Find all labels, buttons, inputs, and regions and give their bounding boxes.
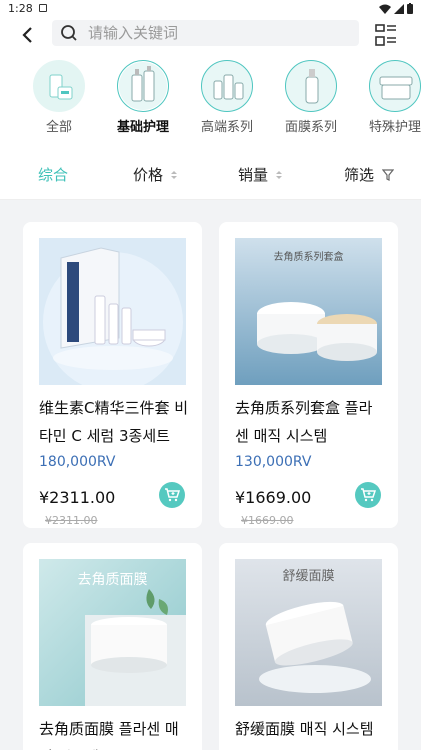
set-icon <box>201 60 253 112</box>
add-to-cart-button[interactable] <box>159 482 185 508</box>
product-image-caption: 去角质系列套盒 <box>273 252 344 263</box>
spray-icon <box>285 60 337 112</box>
category-special-care[interactable]: 特殊护理 <box>360 60 421 135</box>
product-original-price: ¥2311.00 <box>45 514 98 527</box>
signal-icon <box>394 3 404 14</box>
status-bar: 1:28 <box>0 0 421 18</box>
category-mask[interactable]: 面膜系列 <box>276 60 346 135</box>
category-basic-care[interactable]: 基础护理 <box>108 60 178 135</box>
status-icons <box>379 3 413 14</box>
filter-icon <box>382 168 395 181</box>
sort-label: 价格 <box>133 166 164 184</box>
product-original-price: ¥1669.00 <box>241 514 294 527</box>
product-image-caption: 舒缓面膜 <box>282 569 335 584</box>
product-image <box>39 238 186 385</box>
grid-list-icon <box>375 24 396 46</box>
category-all[interactable]: 全部 <box>24 60 94 135</box>
battery-icon <box>407 3 413 14</box>
sort-filter[interactable]: 筛选 <box>344 164 395 185</box>
product-price: ¥1669.00 <box>235 488 312 507</box>
sort-label: 综合 <box>38 166 69 184</box>
cart-icon <box>361 488 376 502</box>
product-card[interactable]: 去角质面膜 去角质面膜 플라센 매직 시스템 1 <box>23 543 202 750</box>
sort-price[interactable]: 价格 <box>133 164 178 185</box>
product-price: ¥2311.00 <box>39 488 116 507</box>
wifi-icon <box>379 4 391 14</box>
category-label: 全部 <box>45 120 72 135</box>
product-name: 去角质系列套盒 플라센 매직 시스템 <box>235 399 373 445</box>
product-name: 舒缓面膜 매직 시스템 2 <box>235 720 374 750</box>
product-exchange-points: 130,000RV <box>235 454 312 470</box>
product-name: 去角质面膜 플라센 매직 시스템 1 <box>39 720 179 750</box>
jar-icon <box>369 60 421 112</box>
search-input[interactable] <box>88 24 328 42</box>
category-label: 高端系列 <box>200 120 253 135</box>
search-icon <box>61 25 77 41</box>
product-image-caption: 去角质面膜 <box>77 572 148 588</box>
back-button[interactable] <box>14 22 40 48</box>
sort-arrows-icon <box>276 170 283 179</box>
product-card[interactable]: 去角质系列套盒 去角质系列套盒 플라센 매직 시스템 130,000RV ¥16… <box>219 222 398 528</box>
category-row: 全部 基础护理 高端系列 面膜系列 特殊护理 <box>0 52 421 148</box>
sort-label: 筛选 <box>344 166 375 184</box>
layout-toggle-button[interactable] <box>372 21 400 49</box>
product-grid: 维生素C精华三件套 비타민 C 세럼 3종세트 180,000RV ¥2311.… <box>0 200 421 750</box>
product-image: 去角质系列套盒 <box>235 238 382 385</box>
sort-bar: 综合 价格 销量 筛选 <box>0 148 421 200</box>
product-card[interactable]: 舒缓面膜 舒缓面膜 매직 시스템 2 <box>219 543 398 750</box>
chevron-left-icon <box>22 27 32 43</box>
product-name: 维生素C精华三件套 비타민 C 세럼 3종세트 <box>39 399 189 445</box>
sort-comprehensive[interactable]: 综合 <box>38 164 68 185</box>
tube-icon <box>33 60 85 112</box>
product-image: 去角质面膜 <box>39 559 186 706</box>
cart-icon <box>165 488 180 502</box>
category-label: 基础护理 <box>116 120 169 135</box>
sort-label: 销量 <box>238 166 269 184</box>
search-box[interactable] <box>52 20 359 46</box>
product-card[interactable]: 维生素C精华三件套 비타민 C 세럼 3종세트 180,000RV ¥2311.… <box>23 222 202 528</box>
category-label: 特殊护理 <box>368 120 421 135</box>
top-bar <box>0 18 421 52</box>
add-to-cart-button[interactable] <box>355 482 381 508</box>
product-exchange-points: 180,000RV <box>39 454 116 470</box>
notification-icon <box>39 4 47 12</box>
product-image: 舒缓面膜 <box>235 559 382 706</box>
sort-sales[interactable]: 销量 <box>238 164 283 185</box>
bottles-icon <box>117 60 169 112</box>
status-time: 1:28 <box>8 2 33 15</box>
category-premium[interactable]: 高端系列 <box>192 60 262 135</box>
sort-arrows-icon <box>171 170 178 179</box>
category-label: 面膜系列 <box>284 120 337 135</box>
